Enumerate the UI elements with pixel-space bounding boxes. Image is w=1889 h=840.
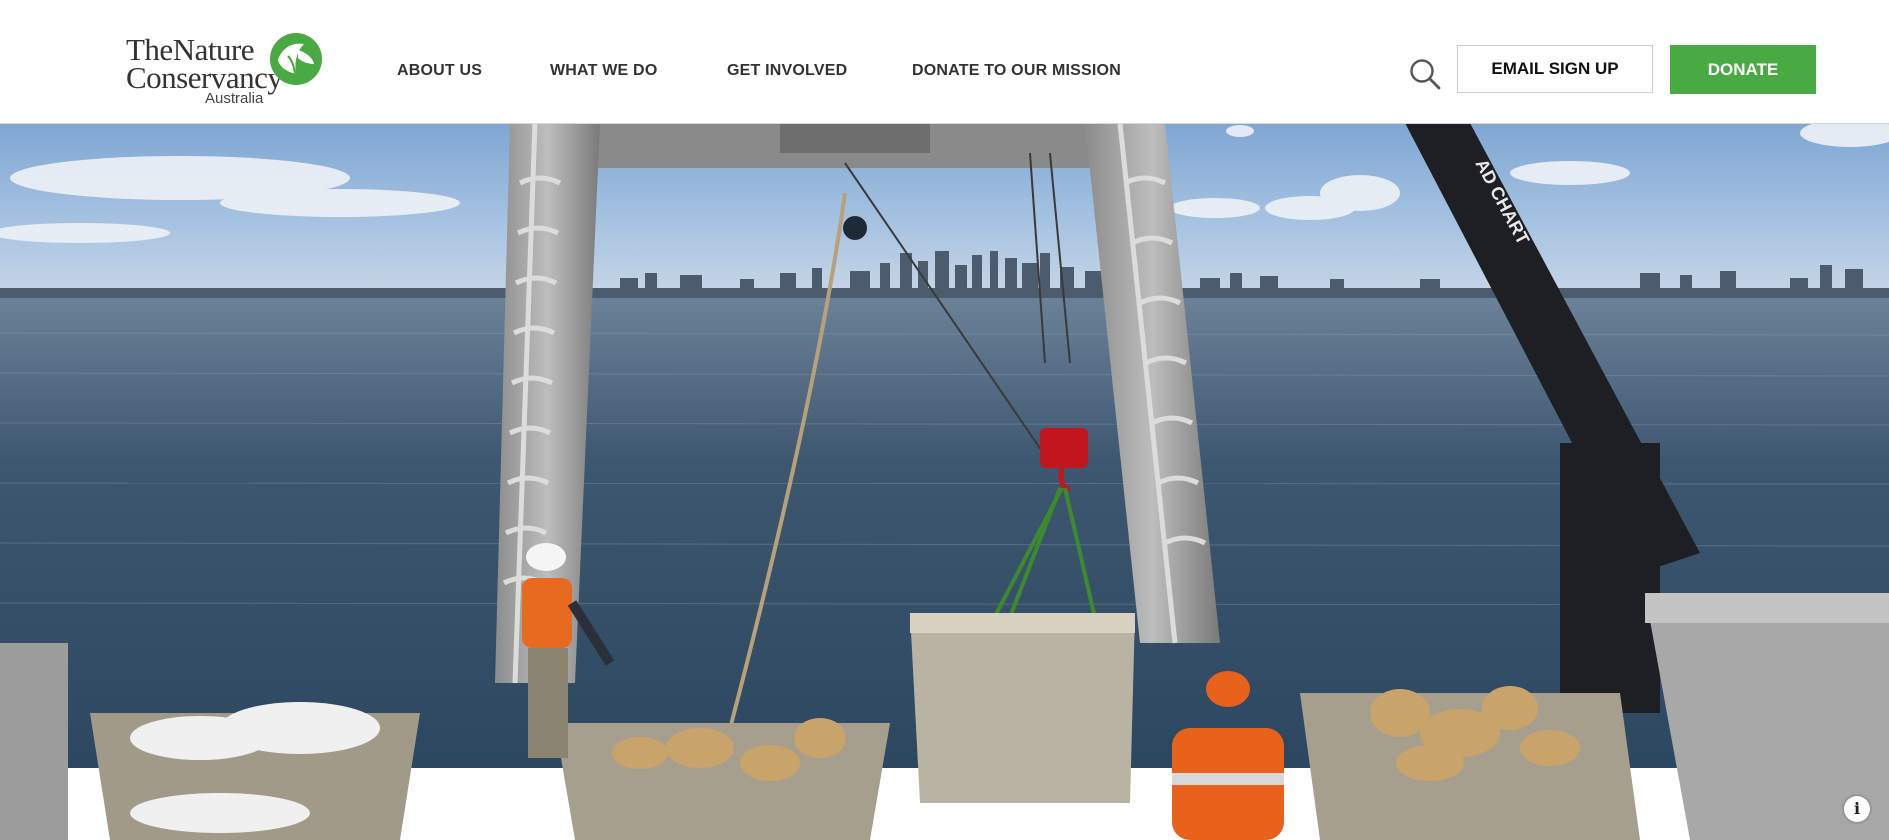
search-button[interactable]: [1408, 57, 1442, 91]
donate-button[interactable]: DONATE: [1670, 45, 1816, 94]
nav-get-involved[interactable]: GET INVOLVED: [727, 62, 847, 80]
nav-what-we-do[interactable]: WHAT WE DO: [550, 62, 657, 80]
site-logo[interactable]: TheNature Conservancy Australia: [126, 30, 326, 108]
email-signup-button[interactable]: EMAIL SIGN UP: [1457, 45, 1653, 93]
site-header: TheNature Conservancy Australia ABOUT US…: [0, 0, 1889, 124]
logo-subtitle: Australia: [205, 90, 264, 107]
nav-donate-to-our-mission[interactable]: DONATE TO OUR MISSION: [912, 62, 1121, 80]
globe-leaf-icon: [270, 33, 322, 85]
nav-about-us[interactable]: ABOUT US: [397, 62, 482, 80]
hero-scene-illustration: AD CHART: [0, 123, 1889, 840]
hero-image: AD CHART: [0, 123, 1889, 840]
info-icon: i: [1853, 799, 1861, 818]
image-info-button[interactable]: i: [1844, 796, 1870, 822]
search-icon: [1410, 59, 1441, 90]
